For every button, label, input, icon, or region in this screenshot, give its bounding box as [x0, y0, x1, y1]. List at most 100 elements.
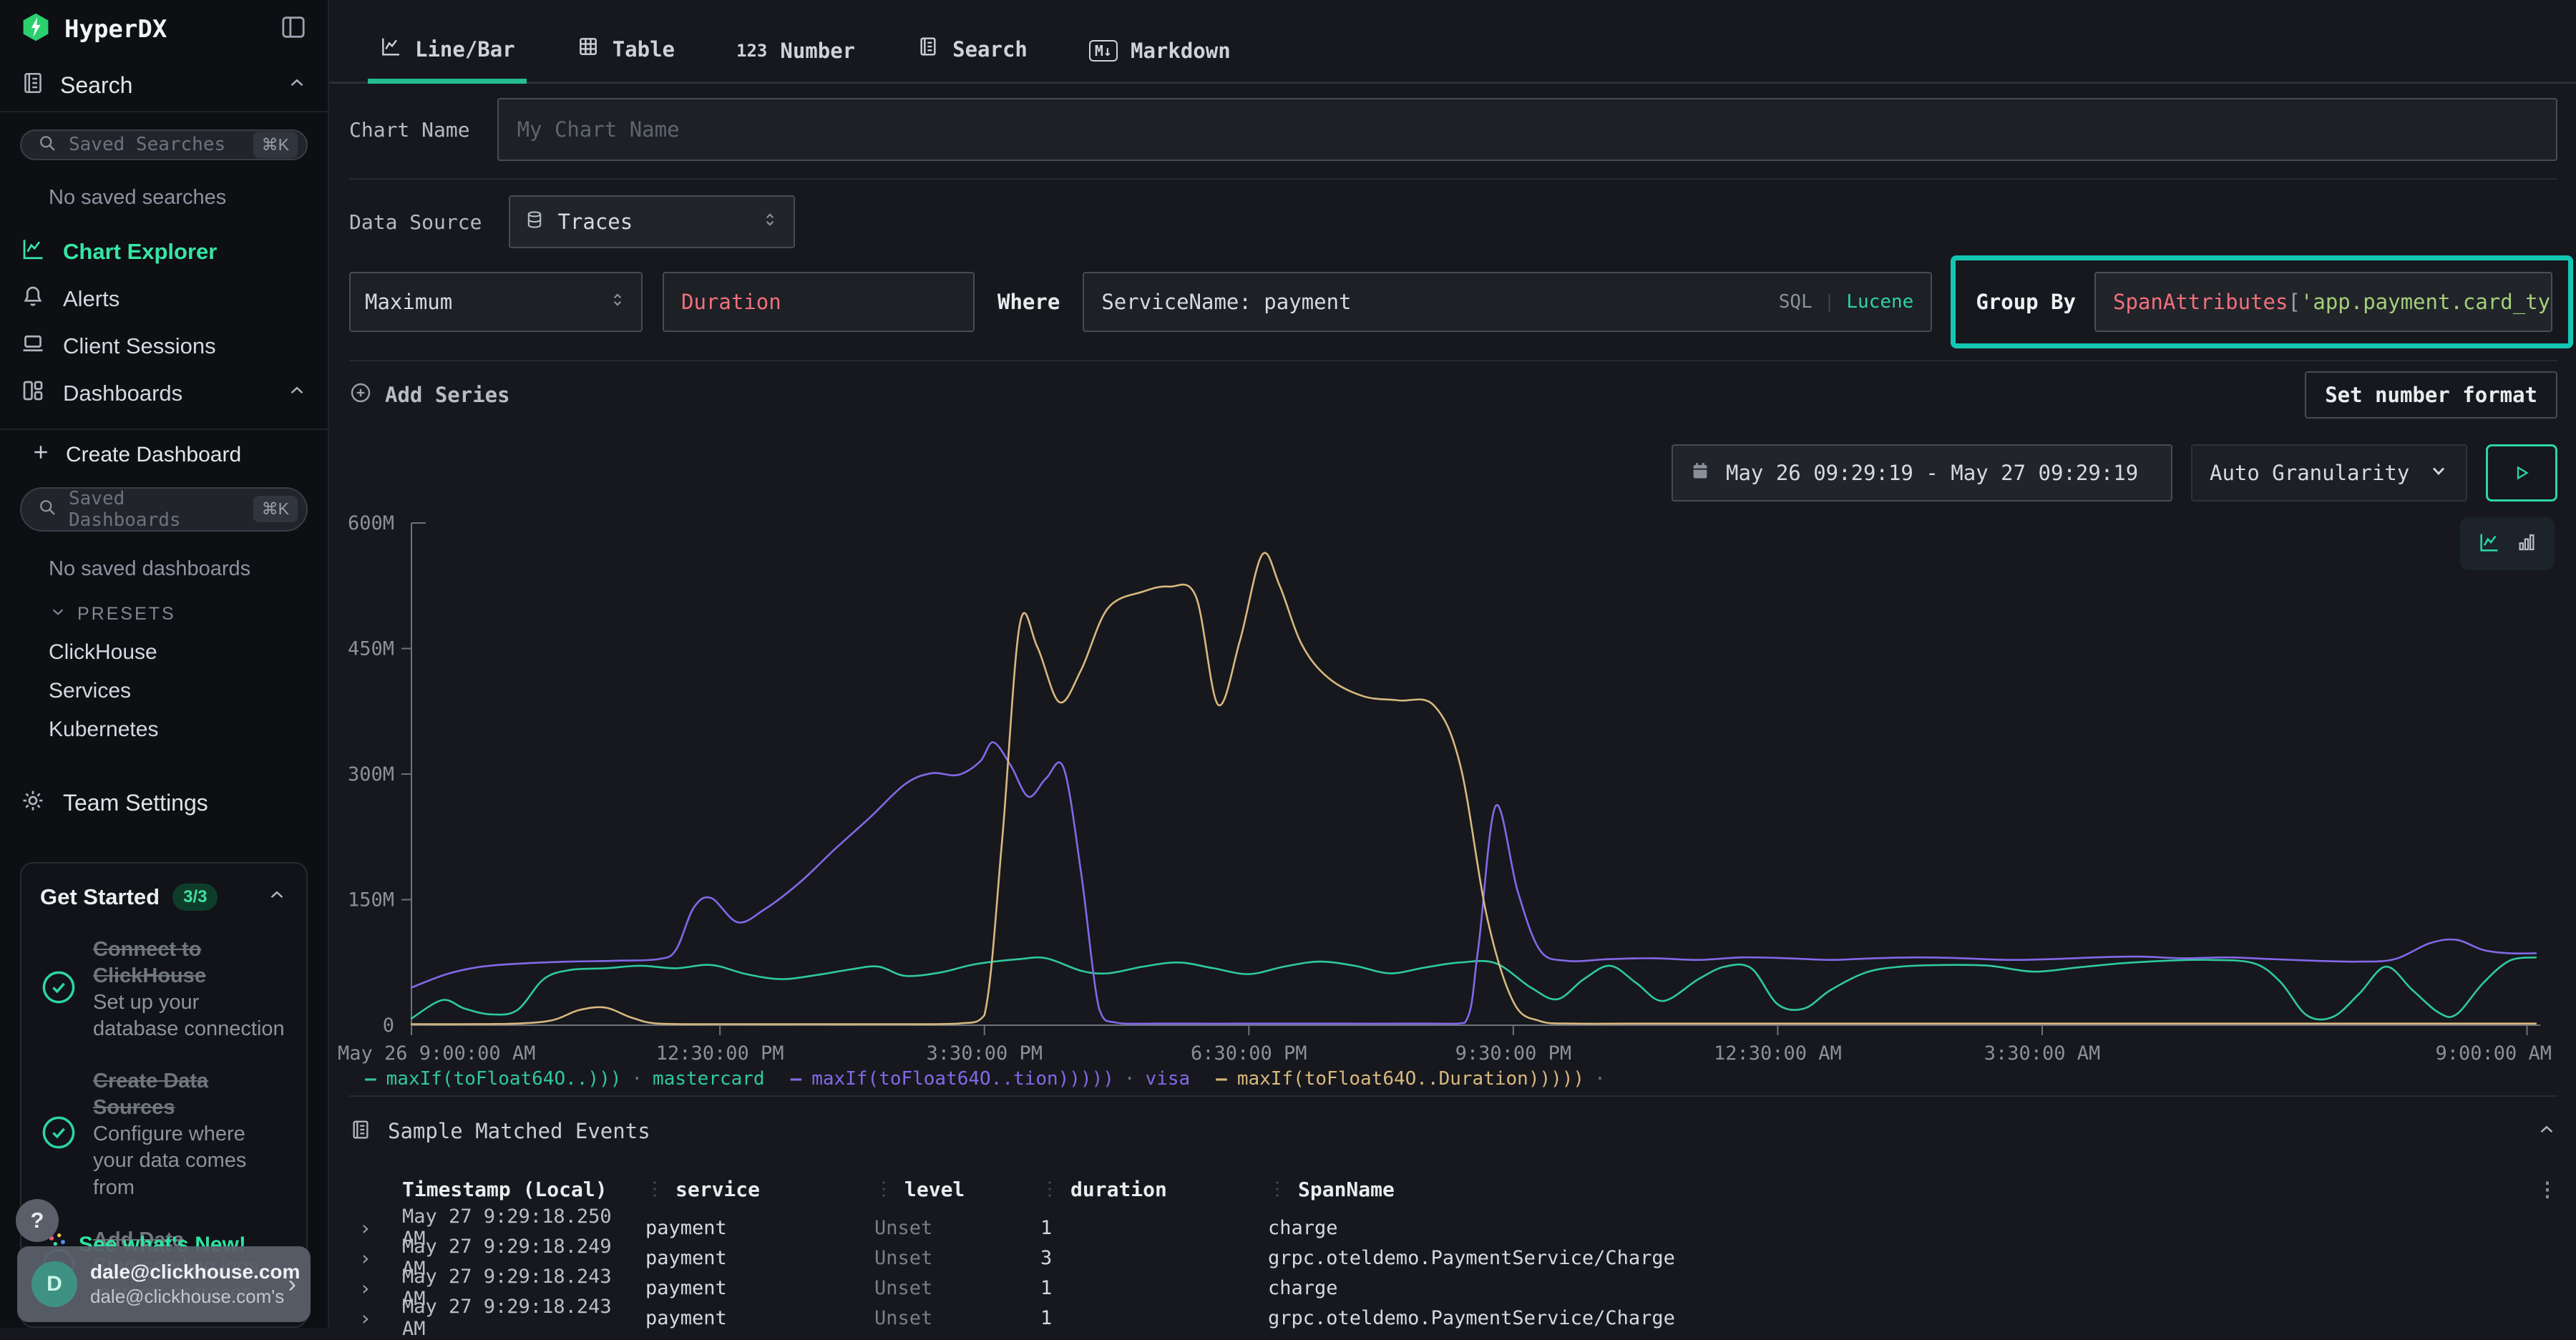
column-header[interactable]: ⋮level	[874, 1178, 1040, 1201]
calendar-icon	[1690, 461, 1710, 486]
sidebar-item-client-sessions[interactable]: Client Sessions	[20, 323, 308, 370]
column-label: SpanName	[1298, 1178, 1395, 1201]
chevron-up-icon	[286, 380, 308, 407]
sidebar-section-search[interactable]: Search	[20, 69, 308, 103]
sidebar-item-chart-explorer[interactable]: Chart Explorer	[20, 228, 308, 275]
bell-icon	[20, 283, 46, 315]
sidebar-collapse-icon[interactable]	[279, 13, 308, 45]
set-number-format-button[interactable]: Set number format	[2305, 371, 2557, 419]
run-query-button[interactable]	[2486, 444, 2557, 502]
column-header[interactable]: Timestamp (Local)	[402, 1178, 645, 1201]
column-label: duration	[1070, 1178, 1167, 1201]
chart-name-input[interactable]: My Chart Name	[497, 98, 2557, 161]
bar-chart-icon[interactable]	[2516, 532, 2537, 556]
table-cell: charge	[1268, 1217, 2529, 1239]
tab-label: Line/Bar	[415, 37, 515, 62]
divider	[349, 1095, 2557, 1097]
row-expand-icon[interactable]: ›	[349, 1306, 402, 1330]
preset-kubernetes[interactable]: Kubernetes	[49, 718, 308, 742]
x-tick-label: 3:30:00 AM	[1984, 1042, 2101, 1065]
table-cell: grpc.oteldemo.PaymentService/Charge	[1268, 1307, 2529, 1329]
tab-markdown[interactable]: M↓ Markdown	[1089, 39, 1231, 82]
search-section-label: Search	[60, 72, 132, 99]
main-content: Line/Bar Table 123 Number Search M↓ Ma	[329, 0, 2576, 1328]
table-cell: Unset	[874, 1247, 1040, 1269]
y-tick-label: 0	[383, 1014, 394, 1037]
plus-circle-icon	[349, 381, 372, 409]
table-cell: payment	[645, 1307, 874, 1329]
tab-number[interactable]: 123 Number	[736, 39, 855, 82]
chart-display-toggle[interactable]	[2460, 517, 2555, 570]
tab-search[interactable]: Search	[917, 35, 1028, 82]
tab-line-bar[interactable]: Line/Bar	[379, 35, 515, 82]
preset-clickhouse[interactable]: ClickHouse	[49, 640, 308, 665]
user-menu[interactable]: D dale@clickhouse.com dale@clickhouse.co…	[17, 1246, 311, 1322]
app-title: HyperDX	[64, 15, 266, 44]
markdown-icon: M↓	[1089, 40, 1118, 62]
table-row[interactable]: ›May 27 9:29:18.249 AMpaymentUnset3grpc.…	[349, 1236, 2557, 1266]
line-chart-icon[interactable]	[2477, 530, 2502, 557]
column-label: Timestamp (Local)	[402, 1178, 608, 1201]
get-started-item[interactable]: Connect to ClickHouse Set up your databa…	[40, 936, 288, 1042]
x-tick-label: May 26 9:00:00 AM	[338, 1042, 535, 1065]
preset-services[interactable]: Services	[49, 679, 308, 703]
legend-entry[interactable]: —maxIf(toFloat64O..Duration)))))·	[1216, 1068, 1616, 1090]
sidebar-item-alerts[interactable]: Alerts	[20, 275, 308, 323]
dashboards-icon	[20, 378, 46, 409]
sidebar-item-dashboards[interactable]: Dashboards	[20, 370, 308, 417]
column-header[interactable]: ⋮ SpanName	[1268, 1178, 2529, 1201]
legend-entry[interactable]: —maxIf(toFloat64O..)))·mastercard	[365, 1068, 765, 1090]
column-resize-icon[interactable]: ⋮	[1268, 1178, 1287, 1200]
check-circle-icon	[40, 969, 77, 1009]
tab-table[interactable]: Table	[577, 35, 675, 82]
add-series-button[interactable]: Add Series	[349, 381, 510, 409]
group-by-input[interactable]: SpanAttributes['app.payment.card_type']	[2094, 272, 2552, 332]
chart-legend: —maxIf(toFloat64O..)))·mastercard —maxIf(…	[365, 1068, 2569, 1090]
data-source-label: Data Source	[349, 210, 482, 234]
column-resize-icon[interactable]: ⋮	[1040, 1178, 1059, 1200]
saved-dashboards-input[interactable]: Saved Dashboards ⌘K	[20, 487, 308, 532]
lucene-mode-toggle[interactable]: Lucene	[1846, 291, 1913, 313]
column-header[interactable]: ⋮service	[645, 1178, 874, 1201]
row-expand-icon[interactable]: ›	[349, 1216, 402, 1240]
user-email: dale@clickhouse.com	[90, 1261, 275, 1283]
get-started-item[interactable]: Create Data Sources Configure where your…	[40, 1068, 288, 1201]
chart-svg[interactable]: 0150M300M450M600MMay 26 9:00:00 AM12:30:…	[336, 512, 2555, 1068]
row-expand-icon[interactable]: ›	[349, 1246, 402, 1270]
field-input[interactable]: Duration	[663, 272, 975, 332]
hyperdx-logo-icon	[20, 11, 52, 47]
collapse-panel-icon[interactable]	[2536, 1119, 2557, 1143]
check-circle-icon	[40, 1114, 77, 1155]
number-123-icon: 123	[736, 41, 767, 61]
aggregation-select[interactable]: Maximum	[349, 272, 643, 332]
table-cell: charge	[1268, 1277, 2529, 1299]
group-by-label: Group By	[1976, 290, 2076, 314]
table-row[interactable]: ›May 27 9:29:18.243 AMpaymentUnset1charg…	[349, 1266, 2557, 1296]
table-options-icon[interactable]: ⋮	[2529, 1178, 2557, 1201]
data-source-value: Traces	[557, 210, 633, 234]
gear-icon	[20, 788, 46, 819]
column-resize-icon[interactable]: ⋮	[874, 1178, 893, 1200]
date-range-picker[interactable]: May 26 09:29:19 - May 27 09:29:19	[1672, 444, 2172, 502]
table-row[interactable]: ›May 27 9:29:18.250 AMpaymentUnset1charg…	[349, 1205, 2557, 1236]
sidebar-item-team-settings[interactable]: Team Settings	[20, 788, 308, 819]
create-dashboard-button[interactable]: Create Dashboard	[20, 441, 308, 469]
where-input[interactable]: ServiceName: payment SQL | Lucene	[1083, 272, 1932, 332]
presets-toggle[interactable]: PRESETS	[49, 602, 308, 626]
chart-controls-row: May 26 09:29:19 - May 27 09:29:19 Auto G…	[329, 444, 2576, 502]
column-header[interactable]: ⋮ duration	[1040, 1178, 1268, 1201]
sidebar-nav: Chart Explorer Alerts Client Sessions Da…	[20, 228, 308, 417]
granularity-value: Auto Granularity	[2210, 461, 2409, 485]
data-source-select[interactable]: Traces	[509, 195, 795, 248]
legend-part: —	[365, 1068, 376, 1090]
help-button[interactable]: ?	[16, 1199, 59, 1242]
row-expand-icon[interactable]: ›	[349, 1276, 402, 1300]
saved-searches-input[interactable]: Saved Searches ⌘K	[20, 129, 308, 160]
legend-entry[interactable]: —maxIf(toFloat64O..tion)))))·visa	[791, 1068, 1191, 1090]
events-table-body: ›May 27 9:29:18.250 AMpaymentUnset1charg…	[349, 1205, 2557, 1326]
granularity-select[interactable]: Auto Granularity	[2191, 444, 2467, 502]
table-row[interactable]: ›May 27 9:29:18.243 AMpaymentUnset1grpc.…	[349, 1296, 2557, 1326]
sql-mode-toggle[interactable]: SQL	[1779, 291, 1813, 313]
chevron-up-icon[interactable]	[266, 884, 288, 909]
column-resize-icon[interactable]: ⋮	[645, 1178, 664, 1200]
